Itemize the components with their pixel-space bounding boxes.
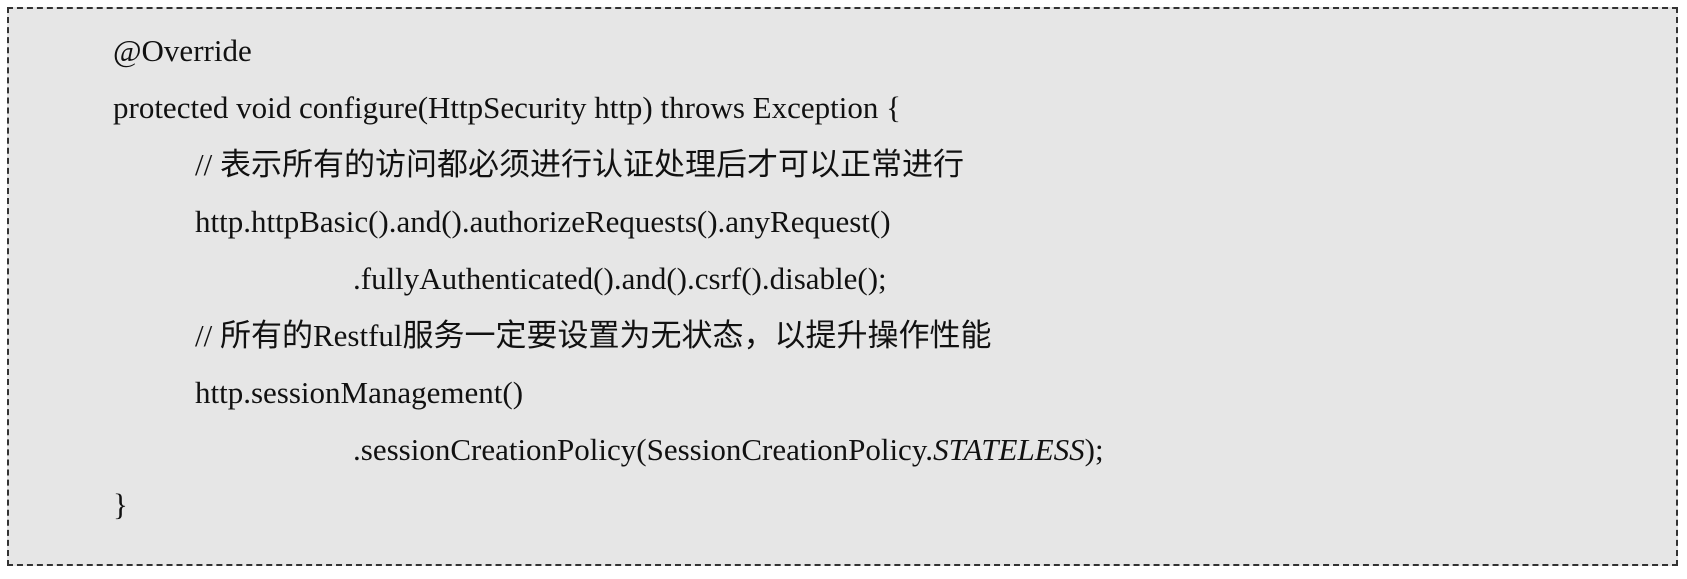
stateless-constant: STATELESS: [933, 432, 1085, 467]
code-line-annotation: @Override: [113, 33, 252, 68]
code-line-closing-brace: }: [113, 487, 128, 522]
code-line-session-management: http.sessionManagement(): [195, 375, 524, 410]
code-line-method-signature: protected void configure(HttpSecurity ht…: [113, 90, 901, 125]
code-line-comment-authentication: // 表示所有的访问都必须进行认证处理后才可以正常进行: [195, 147, 964, 182]
code-line-session-creation-policy: .sessionCreationPolicy(SessionCreationPo…: [9, 430, 1104, 470]
code-line-http-basic: http.httpBasic().and().authorizeRequests…: [195, 204, 891, 239]
code-line-fully-authenticated: .fullyAuthenticated().and().csrf().disab…: [353, 261, 887, 296]
code-line-comment-stateless: // 所有的Restful服务一定要设置为无状态，以提升操作性能: [195, 318, 992, 353]
code-listing-box: @Override protected void configure(HttpS…: [7, 7, 1678, 566]
session-policy-suffix: );: [1084, 432, 1104, 467]
session-policy-prefix: .sessionCreationPolicy(SessionCreationPo…: [353, 432, 934, 467]
